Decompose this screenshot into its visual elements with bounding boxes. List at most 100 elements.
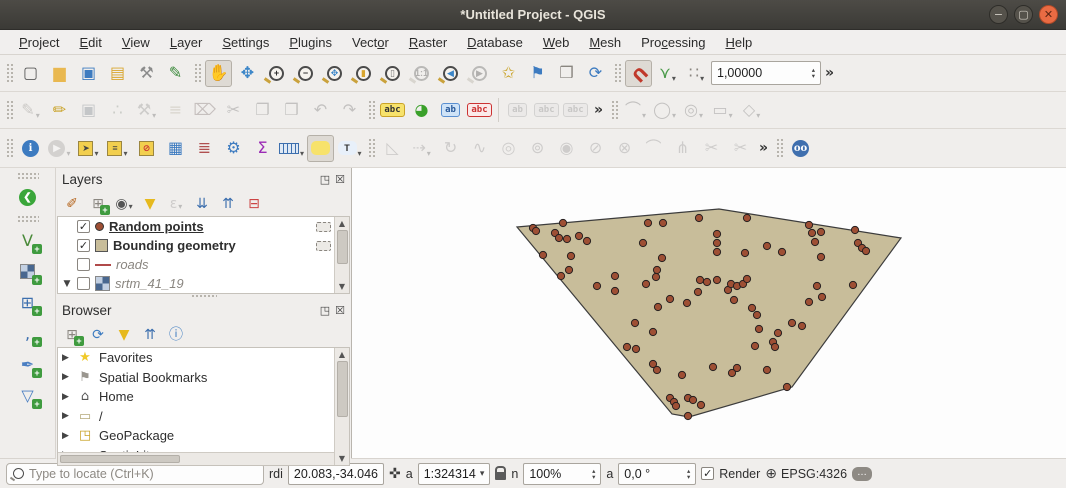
map-canvas[interactable] bbox=[352, 168, 1066, 458]
text-annotation[interactable]: T▾ bbox=[336, 135, 363, 162]
collapse-all-browser[interactable]: ⇈ bbox=[139, 324, 161, 346]
toolbar-grip[interactable] bbox=[367, 99, 375, 121]
browser-properties[interactable]: ⓘ bbox=[165, 324, 187, 346]
menu-item-raster[interactable]: Raster bbox=[400, 32, 456, 53]
zoom-last[interactable]: ◀ bbox=[437, 60, 464, 87]
new-print-layout[interactable]: ▤ bbox=[104, 60, 131, 87]
open-attribute-table[interactable]: ▦ bbox=[162, 135, 189, 162]
tree-expander-icon[interactable]: ▶ bbox=[62, 411, 71, 421]
rotation-stepper[interactable]: ▴▾ bbox=[687, 468, 690, 480]
open-layer-styling-panel[interactable]: ✐ bbox=[61, 193, 83, 215]
snapping-vertex-mode[interactable]: ⋎▾ bbox=[654, 60, 681, 87]
menu-item-settings[interactable]: Settings bbox=[213, 32, 278, 53]
snapping-tolerance-stepper[interactable]: ▴▾ bbox=[812, 67, 815, 79]
menu-item-edit[interactable]: Edit bbox=[70, 32, 110, 53]
add-vector-layer[interactable]: V+ bbox=[14, 227, 41, 254]
menu-item-processing[interactable]: Processing bbox=[632, 32, 714, 53]
new-project[interactable]: ▢ bbox=[17, 60, 44, 87]
add-spatialite-layer[interactable]: ✒+ bbox=[14, 351, 41, 378]
layer-checkbox[interactable]: ✓ bbox=[77, 220, 90, 233]
add-mesh-layer[interactable]: ⊞+ bbox=[14, 289, 41, 316]
layer-item[interactable]: ✓Bounding geometry bbox=[58, 236, 349, 255]
tree-expander-icon[interactable]: ▶ bbox=[62, 392, 71, 402]
toolbar-grip[interactable] bbox=[17, 215, 39, 223]
layer-checkbox[interactable] bbox=[77, 277, 90, 290]
menu-item-database[interactable]: Database bbox=[458, 32, 532, 53]
browser-item-geopackage[interactable]: ▶◳GeoPackage bbox=[58, 426, 349, 446]
deselect-features[interactable]: ⊘ bbox=[133, 135, 160, 162]
enable-snapping[interactable]: U bbox=[625, 60, 652, 87]
magnifier-stepper[interactable]: ▴▾ bbox=[592, 468, 595, 480]
toolbar-grip[interactable] bbox=[193, 62, 201, 84]
show-bookmark-manager[interactable]: ❒ bbox=[553, 60, 580, 87]
layer-diagram-options[interactable]: ◕ bbox=[408, 97, 435, 124]
show-spatial-bookmarks[interactable]: ⚑ bbox=[524, 60, 551, 87]
collapse-all[interactable]: ⇈ bbox=[217, 193, 239, 215]
browser-hscrollbar[interactable] bbox=[58, 452, 334, 465]
browser-panel-close-icon[interactable]: ☒ bbox=[335, 304, 345, 317]
expand-all[interactable]: ⇊ bbox=[191, 193, 213, 215]
toolbar-grip[interactable] bbox=[17, 172, 39, 180]
menu-item-mesh[interactable]: Mesh bbox=[580, 32, 630, 53]
magnifier-spinbox[interactable]: 100% ▴▾ bbox=[523, 463, 601, 485]
zoom-to-selection[interactable]: ▮ bbox=[350, 60, 377, 87]
show-layout-manager[interactable]: ⚒ bbox=[133, 60, 160, 87]
zoom-in[interactable]: + bbox=[263, 60, 290, 87]
toolbar-grip[interactable] bbox=[5, 62, 13, 84]
maximize-button[interactable]: ▢ bbox=[1014, 5, 1033, 24]
menu-item-project[interactable]: Project bbox=[10, 32, 68, 53]
layers-scrollbar[interactable]: ▲ ▼ bbox=[334, 217, 349, 293]
toolbar-grip[interactable] bbox=[610, 99, 618, 121]
menu-item-help[interactable]: Help bbox=[716, 32, 761, 53]
tree-expander-icon[interactable]: ▶ bbox=[62, 431, 71, 441]
layer-item[interactable]: ▼srtm_41_19 bbox=[58, 274, 349, 293]
title-bar[interactable]: *Untitled Project - QGIS −▢✕ bbox=[0, 0, 1066, 30]
messages-icon[interactable]: … bbox=[852, 467, 872, 481]
close-button[interactable]: ✕ bbox=[1039, 5, 1058, 24]
highlight-pinned-labels[interactable]: abc bbox=[466, 97, 493, 124]
pan-map[interactable]: ✋ bbox=[205, 60, 232, 87]
zoom-to-layer[interactable]: ▯ bbox=[379, 60, 406, 87]
tree-expander-icon[interactable]: ▶ bbox=[62, 372, 71, 382]
style-manager[interactable]: ✎ bbox=[162, 60, 189, 87]
crs-status[interactable]: ⊕ EPSG:4326 bbox=[765, 466, 847, 482]
menu-item-vector[interactable]: Vector bbox=[343, 32, 398, 53]
toolbar-overflow-row1[interactable]: » bbox=[821, 65, 838, 81]
minimize-button[interactable]: − bbox=[989, 5, 1008, 24]
toolbar-overflow-row3[interactable]: » bbox=[755, 140, 772, 156]
snapping-tolerance[interactable]: 1,00000▴▾ bbox=[711, 61, 821, 85]
layer-checkbox[interactable] bbox=[77, 258, 90, 271]
filter-legend[interactable]: ▼ bbox=[139, 193, 161, 215]
menu-item-plugins[interactable]: Plugins bbox=[280, 32, 341, 53]
lock-scale-icon[interactable] bbox=[495, 472, 506, 480]
extents-pointer-icon[interactable]: ✜ bbox=[389, 466, 401, 482]
toolbar-grip[interactable] bbox=[613, 62, 621, 84]
layer-labeling-options[interactable]: abc bbox=[379, 97, 406, 124]
new-spatial-bookmark[interactable]: ✩ bbox=[495, 60, 522, 87]
save-project[interactable]: ▣ bbox=[75, 60, 102, 87]
snapping-type[interactable]: ∷▾ bbox=[683, 60, 710, 87]
toolbar-grip[interactable] bbox=[367, 137, 375, 159]
browser-item--[interactable]: ▶▭/ bbox=[58, 407, 349, 427]
menu-item-view[interactable]: View bbox=[113, 32, 159, 53]
layer-expander-icon[interactable]: ▼ bbox=[62, 279, 72, 289]
browser-scrollbar[interactable]: ▲ ▼ bbox=[334, 348, 349, 465]
add-raster-layer[interactable]: + bbox=[14, 258, 41, 285]
select-features-by-value[interactable]: ≡▾ bbox=[104, 135, 131, 162]
browser-item-spatial-bookmarks[interactable]: ▶⚑Spatial Bookmarks bbox=[58, 368, 349, 388]
layer-item[interactable]: ✓Random points bbox=[58, 217, 349, 236]
pin-unpin-labels[interactable]: ab bbox=[437, 97, 464, 124]
toolbar-overflow-row2[interactable]: » bbox=[590, 102, 607, 118]
scale-dropdown-icon[interactable]: ▾ bbox=[480, 471, 485, 477]
toolbar-grip[interactable] bbox=[775, 137, 783, 159]
refresh-browser[interactable]: ⟳ bbox=[87, 324, 109, 346]
map-tips[interactable] bbox=[307, 135, 334, 162]
select-features[interactable]: ➤▾ bbox=[75, 135, 102, 162]
open-project[interactable]: ▆ bbox=[46, 60, 73, 87]
measure[interactable]: ▾ bbox=[278, 135, 305, 162]
processing-toolbox[interactable]: ⚙ bbox=[220, 135, 247, 162]
render-checkbox[interactable]: ✓ Render bbox=[701, 467, 760, 481]
browser-panel-float-icon[interactable]: ◳ bbox=[320, 304, 330, 317]
add-selected-layers[interactable]: ⊞+ bbox=[61, 324, 83, 346]
metasearch[interactable]: oo bbox=[787, 135, 814, 162]
